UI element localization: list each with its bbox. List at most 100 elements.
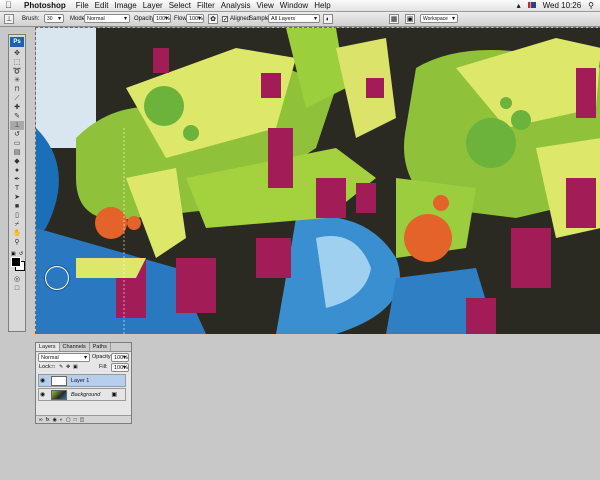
palette-well-icon[interactable]: ▦ [389, 14, 399, 24]
apple-menu-icon[interactable]:  [5, 0, 12, 11]
volume-icon[interactable]: ▴ [517, 0, 521, 11]
zoom-icon[interactable]: ⚲ [10, 238, 24, 247]
clone-stamp-tool-preset-icon[interactable]: ⊥ [4, 14, 14, 24]
type-icon[interactable]: T [10, 184, 24, 193]
layer-thumbnail [51, 376, 67, 386]
new-layer-icon[interactable]: □ [74, 416, 77, 423]
foreground-color-swatch[interactable] [11, 257, 21, 267]
crop-icon[interactable]: ⊓ [10, 85, 24, 94]
opacity-field[interactable]: 100% [153, 14, 171, 24]
aligned-label: Aligned [230, 16, 251, 22]
dodge-icon[interactable]: ● [10, 166, 24, 175]
menu-window[interactable]: Window [280, 0, 314, 11]
menu-layer[interactable]: Layer [143, 0, 169, 11]
fx-icon[interactable]: fx [46, 416, 50, 423]
eye-icon[interactable]: ◉ [40, 391, 46, 399]
color-swatches: ▣ ↺ [10, 251, 25, 271]
photoshop-logo[interactable]: Ps [10, 37, 24, 47]
menu-help[interactable]: Help [314, 0, 336, 11]
lock-position-icon[interactable]: ✥ [66, 362, 70, 372]
lock-pixels-icon[interactable]: ✎ [59, 362, 63, 372]
menu-app[interactable]: Photoshop [24, 0, 72, 11]
menu-image[interactable]: Image [114, 0, 142, 11]
menu-edit[interactable]: Edit [95, 0, 115, 11]
layers-panel-footer: ∞ fx ◉ ◐ ▢ □ ◫ [36, 415, 131, 423]
eyedropper-icon[interactable]: ⌿ [10, 220, 24, 229]
brush-label: Brush: [22, 16, 40, 22]
trash-icon[interactable]: ◫ [80, 416, 85, 423]
clock[interactable]: Wed 10:26 [543, 0, 582, 11]
fill-field[interactable]: 100% [111, 363, 129, 373]
airbrush-icon[interactable]: ✿ [208, 14, 218, 24]
layer-row-layer-1[interactable]: ◉ Layer 1 [38, 374, 126, 387]
fill-label: Fill: [99, 364, 108, 370]
eye-icon[interactable]: ◉ [40, 377, 46, 385]
layer-opacity-label: Opacity: [92, 354, 113, 360]
link-icon[interactable]: ∞ [39, 416, 43, 423]
aligned-checkbox[interactable]: ✓ [222, 16, 228, 23]
screen-mode-icon[interactable]: □ [10, 284, 24, 293]
lock-transparency-icon[interactable]: □ [52, 362, 55, 372]
hand-icon[interactable]: ✋ [10, 229, 24, 238]
brush-picker[interactable]: 30 [44, 14, 64, 24]
blend-row: Normal Opacity: 100% [36, 352, 131, 363]
adjustment-icon[interactable]: ◐ [60, 416, 63, 423]
layer-thumbnail [51, 390, 67, 400]
tab-layers[interactable]: Layers [36, 343, 60, 351]
spotlight-icon[interactable]: ⚲ [588, 0, 594, 11]
panel-tabs: Layers Channels Paths [36, 343, 131, 352]
pen-icon[interactable]: ✒ [10, 175, 24, 184]
brush-size: 30 [47, 16, 53, 22]
move-icon[interactable]: ✥ [10, 49, 24, 58]
shape-icon[interactable]: ■ [10, 202, 24, 211]
blur-icon[interactable]: ◆ [10, 157, 24, 166]
layers-panel: Layers Channels Paths Normal Opacity: 10… [35, 342, 132, 424]
healing-brush-icon[interactable]: ✚ [10, 103, 24, 112]
tool-list: ✥ ⬚ ➰ ✳ ⊓ ⟋ ✚ ✎ ⊥ ↺ ▭ ▤ ◆ ● ✒ T ➤ ■ ▯ ⌿ ✋ ⚲ [9, 49, 25, 247]
menu-analysis[interactable]: Analysis [221, 0, 257, 11]
bridge-icon[interactable]: ▣ [405, 14, 415, 24]
menu-filter[interactable]: Filter [197, 0, 221, 11]
gradient-icon[interactable]: ▤ [10, 148, 24, 157]
menu-extras: ▴ Wed 10:26 ⚲ [517, 0, 594, 11]
menu-select[interactable]: Select [169, 0, 197, 11]
layer-name: Layer 1 [71, 378, 90, 384]
blend-mode-select[interactable]: Normal [38, 353, 90, 363]
input-language-flag-icon[interactable] [527, 2, 536, 8]
lock-icon: ▣ [111, 392, 117, 398]
magic-wand-icon[interactable]: ✳ [10, 76, 24, 85]
document-canvas[interactable] [35, 27, 600, 334]
lasso-icon[interactable]: ➰ [10, 67, 24, 76]
menu-view[interactable]: View [257, 0, 280, 11]
marquee-icon[interactable]: ⬚ [10, 58, 24, 67]
tab-paths[interactable]: Paths [90, 343, 111, 351]
group-icon[interactable]: ▢ [66, 416, 71, 423]
menu-items: Photoshop File Edit Image Layer Select F… [24, 0, 337, 11]
mask-icon[interactable]: ◉ [52, 416, 56, 423]
layer-opacity-field[interactable]: 100% [111, 353, 129, 363]
layer-name: Background [71, 392, 101, 398]
lock-row: Lock: □ ✎ ✥ ▣ Fill: 100% [36, 362, 131, 373]
lock-all-icon[interactable]: ▣ [73, 362, 78, 372]
quick-mask-icon[interactable]: ◎ [10, 275, 24, 284]
menu-bar:  Photoshop File Edit Image Layer Select… [0, 0, 600, 12]
ignore-adjustment-layers-icon[interactable]: ◐ [323, 14, 333, 24]
eraser-icon[interactable]: ▭ [10, 139, 24, 148]
clone-brush-cursor [45, 266, 69, 290]
mode-select[interactable]: Normal [84, 14, 130, 24]
sample-select[interactable]: All Layers [268, 14, 320, 24]
tab-channels[interactable]: Channels [60, 343, 90, 351]
lock-label: Lock: [39, 364, 53, 370]
menu-file[interactable]: File [76, 0, 95, 11]
layer-row-background[interactable]: ◉ Background ▣ [38, 388, 126, 401]
clone-stamp-icon[interactable]: ⊥ [10, 121, 24, 130]
brush-icon[interactable]: ✎ [10, 112, 24, 121]
notes-icon[interactable]: ▯ [10, 211, 24, 220]
path-selection-icon[interactable]: ➤ [10, 193, 24, 202]
slice-icon[interactable]: ⟋ [10, 94, 24, 103]
workspace-menu[interactable]: Workspace [420, 14, 458, 24]
options-bar: ⊥ Brush: 30 Mode: Normal Opacity: 100% F… [0, 12, 600, 27]
history-brush-icon[interactable]: ↺ [10, 130, 24, 139]
toolbox: Ps ✥ ⬚ ➰ ✳ ⊓ ⟋ ✚ ✎ ⊥ ↺ ▭ ▤ ◆ ● ✒ T ➤ ■ ▯ ⌿ ✋ ⚲ ▣ ↺ ◎ □ [8, 34, 26, 332]
flow-field[interactable]: 100% [186, 14, 204, 24]
